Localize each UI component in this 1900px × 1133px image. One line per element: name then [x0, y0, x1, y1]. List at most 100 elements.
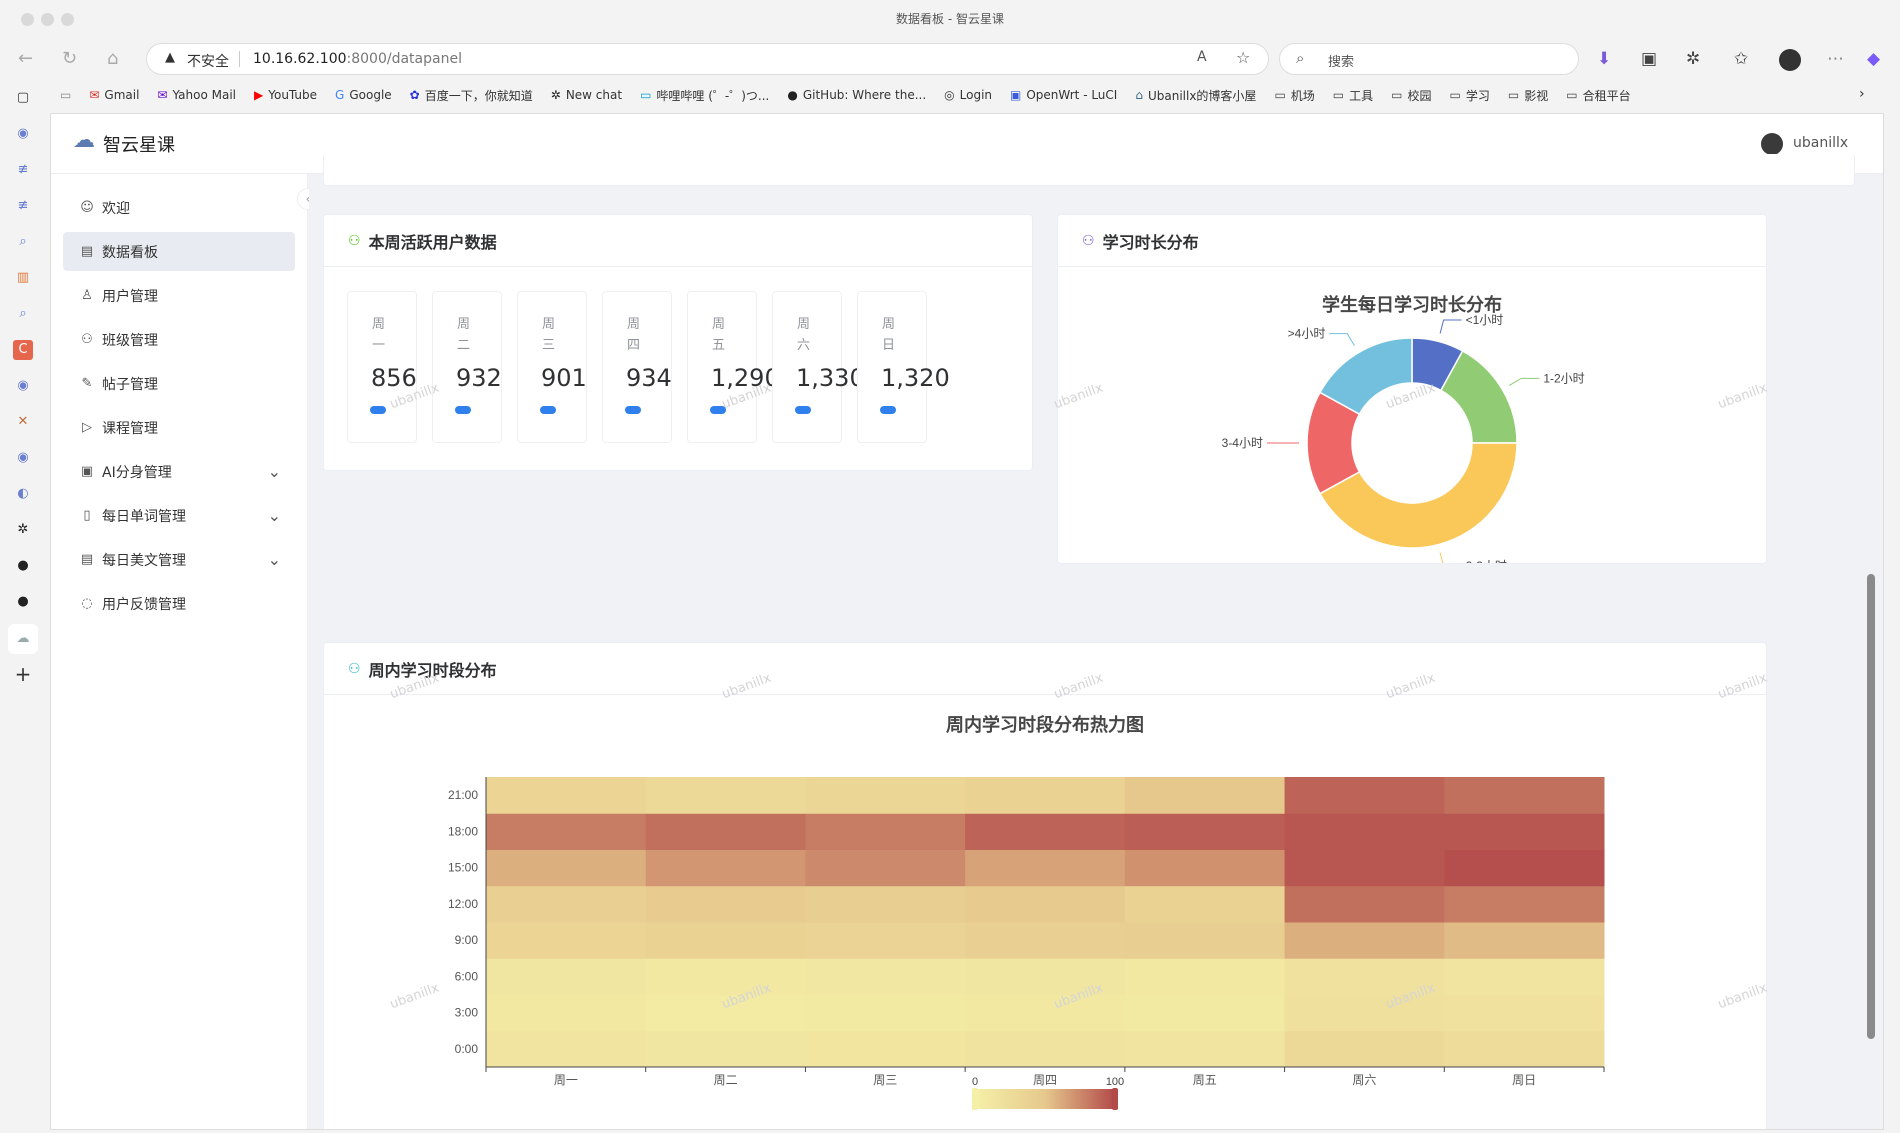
heatmap-cell[interactable] — [645, 885, 806, 923]
heatmap-cell[interactable] — [1284, 1030, 1445, 1068]
heatmap-cell[interactable] — [1284, 813, 1445, 850]
tab-search-icon[interactable]: ⌕ — [13, 232, 33, 252]
read-aloud-icon[interactable]: A — [1197, 49, 1207, 65]
menu-item[interactable]: ▷ 课程管理 — [63, 408, 295, 447]
heatmap-cell[interactable] — [645, 922, 806, 959]
tab-favicon-icon[interactable]: ≢ — [13, 196, 33, 216]
visual-map-max-handle[interactable] — [1112, 1088, 1118, 1110]
heatmap-cell[interactable] — [965, 777, 1126, 814]
tab-favicon-icon[interactable]: ◉ — [13, 124, 33, 144]
heatmap-cell[interactable] — [805, 777, 966, 814]
bookmark-item[interactable]: ✉ Yahoo Mail — [157, 88, 236, 102]
tab-actions-icon[interactable]: ▢ — [13, 88, 33, 108]
download-icon[interactable]: ⬇ — [1597, 47, 1611, 71]
heatmap-cell[interactable] — [965, 994, 1126, 1032]
app-brand[interactable]: 智云星课 — [103, 131, 175, 157]
heatmap-cell[interactable] — [1124, 849, 1286, 887]
heatmap-cell[interactable] — [486, 813, 647, 850]
more-icon[interactable]: ⋯ — [1827, 47, 1844, 71]
bookmark-item[interactable]: ▶ YouTube — [254, 88, 317, 102]
visual-map-bar[interactable] — [975, 1089, 1115, 1109]
tab-favicon-icon[interactable]: ◐ — [13, 484, 33, 504]
copilot-icon[interactable]: ◆ — [1867, 47, 1880, 71]
bookmark-item[interactable]: ▭ 影视 — [1508, 87, 1548, 104]
tab-favicon-icon[interactable]: ◉ — [13, 376, 33, 396]
bookmark-item[interactable]: ▭ 合租平台 — [1566, 87, 1630, 104]
bookmark-item[interactable]: ▭ 工具 — [1333, 87, 1373, 104]
chevron-down-icon[interactable]: ⌄ — [268, 462, 281, 481]
heatmap-cell[interactable] — [1124, 885, 1286, 923]
heatmap-cell[interactable] — [645, 813, 806, 850]
heatmap-cell[interactable] — [645, 1030, 806, 1068]
menu-item[interactable]: ▯ 每日单词管理 ⌄ — [63, 496, 295, 535]
heatmap-cell[interactable] — [486, 885, 647, 923]
visual-map-min-handle[interactable] — [972, 1088, 978, 1110]
url-text[interactable]: 10.16.62.100:8000/datapanel — [253, 51, 462, 67]
heatmap-cell[interactable] — [645, 777, 806, 814]
heatmap-cell[interactable] — [805, 994, 966, 1032]
heatmap-cell[interactable] — [1124, 994, 1286, 1032]
new-tab-icon[interactable]: + — [13, 664, 33, 684]
bookmark-item[interactable]: ✿ 百度一下，你就知道 — [410, 87, 533, 104]
bookmark-item[interactable]: ◎ Login — [944, 88, 992, 102]
menu-item[interactable]: ⚇ 班级管理 — [63, 320, 295, 359]
heatmap-cell[interactable] — [1444, 1030, 1605, 1068]
menu-item[interactable]: ▣ AI分身管理 ⌄ — [63, 452, 295, 491]
bookmarks-manage-icon[interactable]: ▭ — [60, 88, 71, 102]
chevron-down-icon[interactable]: ⌄ — [268, 506, 281, 525]
heatmap-cell[interactable] — [965, 922, 1126, 959]
heatmap-cell[interactable] — [486, 849, 647, 887]
heatmap-cell[interactable] — [486, 958, 647, 995]
reload-icon[interactable]: ↻ — [62, 48, 77, 70]
tab-favicon-icon[interactable]: ✕ — [13, 412, 33, 432]
menu-item[interactable]: ☺ 欢迎 — [63, 188, 295, 227]
heatmap-cell[interactable] — [1284, 885, 1445, 923]
home-icon[interactable]: ⌂ — [107, 48, 118, 70]
bookmark-item[interactable]: ▭ 机场 — [1274, 87, 1314, 104]
user-avatar[interactable] — [1761, 133, 1783, 155]
tab-favicon-icon[interactable]: ◉ — [13, 448, 33, 468]
heatmap-cell[interactable] — [805, 849, 966, 887]
heatmap-cell[interactable] — [486, 777, 647, 814]
heatmap-cell[interactable] — [805, 922, 966, 959]
browser-search-box[interactable]: ⌕ 搜索 — [1279, 43, 1579, 75]
heatmap-cell[interactable] — [1284, 922, 1445, 959]
chevron-down-icon[interactable]: ⌄ — [268, 550, 281, 569]
heatmap-cell[interactable] — [1444, 777, 1605, 814]
tab-favicon-icon[interactable]: ≢ — [13, 160, 33, 180]
heatmap-cell[interactable] — [805, 813, 966, 850]
heatmap-cell[interactable] — [1444, 958, 1605, 995]
heatmap-cell[interactable] — [1284, 777, 1445, 814]
heatmap-cell[interactable] — [486, 994, 647, 1032]
tab-search-icon[interactable]: ⌕ — [13, 304, 33, 324]
heatmap-cell[interactable] — [1284, 849, 1445, 887]
username[interactable]: ubanillx — [1793, 135, 1848, 151]
bookmark-item[interactable]: ▣ OpenWrt - LuCI — [1010, 88, 1117, 102]
menu-item[interactable]: ▤ 每日美文管理 ⌄ — [63, 540, 295, 579]
bookmark-item[interactable]: ● GitHub: Where the... — [787, 88, 926, 102]
heatmap-cell[interactable] — [965, 1030, 1126, 1068]
heatmap-cell[interactable] — [965, 813, 1126, 850]
extension-icon[interactable]: ▣ — [1641, 47, 1657, 71]
bookmark-item[interactable]: ✉ Gmail — [89, 88, 139, 102]
heatmap-cell[interactable] — [965, 849, 1126, 887]
heatmap-cell[interactable] — [805, 885, 966, 923]
bookmark-item[interactable]: ▭ 校园 — [1391, 87, 1431, 104]
tab-github-icon[interactable]: ● — [13, 592, 33, 612]
heatmap-cell[interactable] — [1124, 777, 1286, 814]
menu-item[interactable]: ✎ 帖子管理 — [63, 364, 295, 403]
bookmarks-more-icon[interactable]: › — [1859, 86, 1865, 102]
heatmap-cell[interactable] — [965, 885, 1126, 923]
heatmap-cell[interactable] — [486, 1030, 647, 1068]
tab-favicon-icon[interactable]: ▥ — [13, 268, 33, 288]
heatmap-cell[interactable] — [1124, 958, 1286, 995]
tab-favicon-icon[interactable]: C — [13, 340, 33, 360]
address-bar[interactable]: ▲ 不安全 10.16.62.100:8000/datapanel A ☆ — [146, 43, 1269, 75]
menu-item[interactable]: ♙ 用户管理 — [63, 276, 295, 315]
bookmark-item[interactable]: ⌂ Ubanillx的博客小屋 — [1135, 87, 1256, 104]
heatmap-cell[interactable] — [1444, 849, 1605, 887]
back-icon[interactable]: ← — [18, 48, 33, 70]
tab-openai-icon[interactable]: ✲ — [13, 520, 33, 540]
heatmap-cell[interactable] — [645, 958, 806, 995]
star-icon[interactable]: ☆ — [1236, 48, 1250, 67]
